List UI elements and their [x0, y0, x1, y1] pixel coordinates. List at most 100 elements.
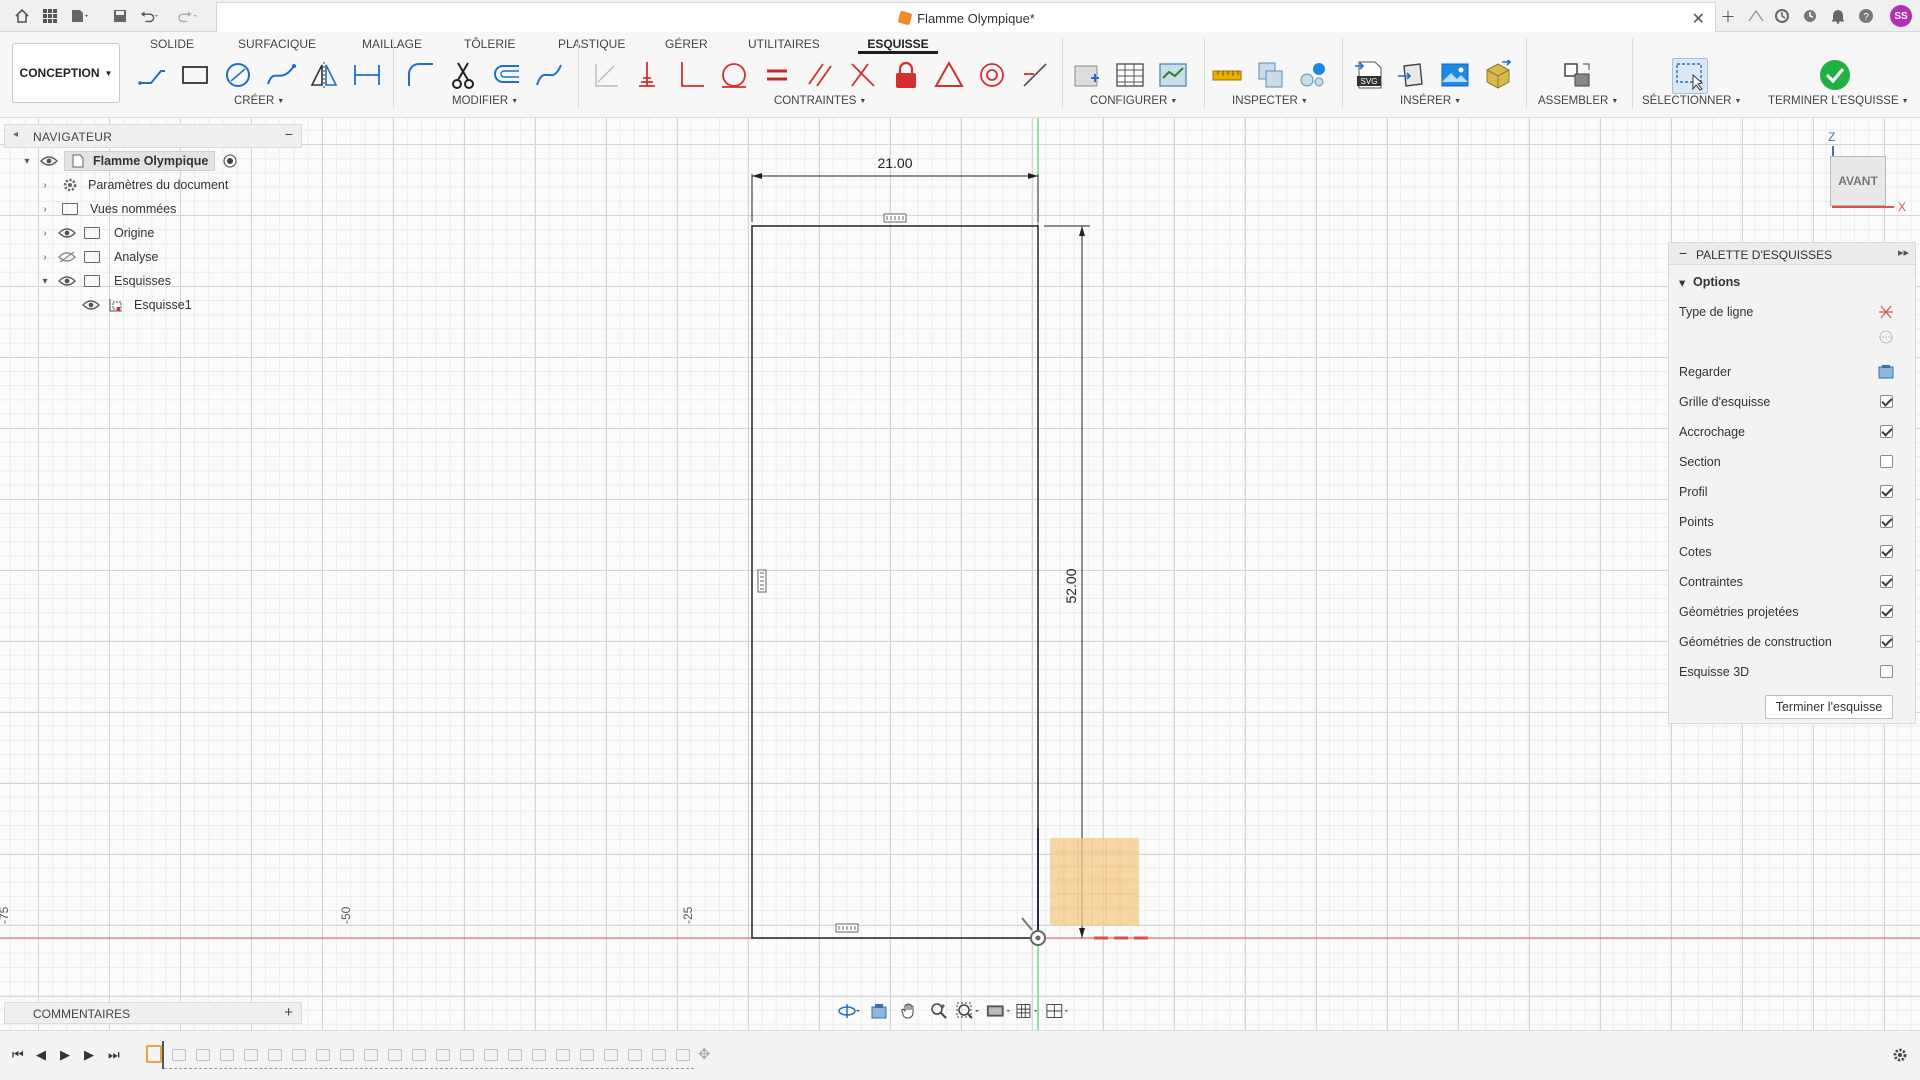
help-icon[interactable]: ? — [1856, 6, 1876, 26]
chevron-right-icon[interactable]: › — [38, 204, 52, 215]
horizontal-constraint-glyph[interactable] — [835, 923, 859, 933]
parameters-icon[interactable] — [1070, 58, 1104, 92]
go-to-start-icon[interactable]: ⏮ — [12, 1047, 24, 1063]
group-insert-label[interactable]: INSÉRER ▼ — [1400, 95, 1461, 107]
sketch-canvas[interactable]: -75 -50 -25 21.00 52.00 Z X — [0, 118, 1920, 1030]
user-avatar[interactable]: SS — [1890, 5, 1912, 27]
workspace-switcher-button[interactable]: CONCEPTION ▼ — [12, 43, 120, 103]
chevron-right-icon[interactable]: › — [38, 228, 52, 239]
sketch-grid-checkbox[interactable] — [1880, 395, 1893, 408]
play-icon[interactable]: ▶ — [60, 1047, 70, 1063]
select-window-icon[interactable] — [1672, 58, 1708, 94]
eye-icon[interactable] — [58, 227, 76, 239]
finish-sketch-check-icon[interactable] — [1818, 58, 1852, 92]
profile-checkbox[interactable] — [1880, 485, 1893, 498]
browser-item-sketch1[interactable]: Esquisse1 — [76, 294, 192, 316]
vertical-constraint-glyph[interactable] — [757, 569, 767, 593]
browser-item-analysis[interactable]: › Analyse — [38, 246, 158, 268]
insert-svg-icon[interactable]: SVG — [1352, 58, 1386, 92]
viewports-icon[interactable] — [1046, 1000, 1072, 1022]
timeline-sketch-feature[interactable] — [146, 1045, 162, 1063]
interference-icon[interactable] — [1253, 58, 1287, 92]
palette-row-projected-geometries[interactable]: Géométries projetées — [1679, 601, 1905, 623]
look-at-icon[interactable] — [1877, 364, 1895, 380]
group-constraints-label[interactable]: CONTRAINTES ▼ — [774, 95, 866, 107]
projected-geometries-checkbox[interactable] — [1880, 605, 1893, 618]
trim-scissors-icon[interactable] — [446, 58, 480, 92]
chevron-down-icon[interactable]: ▾ — [38, 276, 52, 287]
gear-icon[interactable] — [1892, 1047, 1908, 1063]
palette-row-snap[interactable]: Accrochage — [1679, 421, 1905, 443]
sketch-scale-icon[interactable] — [532, 58, 566, 92]
step-forward-icon[interactable]: ▶ — [84, 1047, 94, 1063]
palette-row-3d-sketch[interactable]: Esquisse 3D — [1679, 661, 1905, 683]
fit-window-icon[interactable] — [956, 1000, 982, 1022]
browser-item-sketches[interactable]: ▾ Esquisses — [38, 270, 171, 292]
look-at-icon[interactable] — [866, 1000, 892, 1022]
root-component-label[interactable]: Flamme Olympique — [64, 151, 216, 171]
redo-icon[interactable] — [178, 6, 198, 26]
palette-row-constraints[interactable]: Contraintes — [1679, 571, 1905, 593]
insert-dxf-icon[interactable] — [1395, 58, 1429, 92]
new-tab-icon[interactable]: ＋ — [1718, 6, 1738, 26]
display-settings-icon[interactable] — [986, 1000, 1012, 1022]
change-parameters-icon[interactable] — [1156, 58, 1190, 92]
tab-sketch[interactable]: ESQUISSE — [858, 34, 938, 54]
eye-icon[interactable] — [58, 275, 76, 287]
sketch-rectangle[interactable] — [751, 225, 1039, 939]
measure-ruler-icon[interactable] — [1210, 58, 1244, 92]
display-component-colors-icon[interactable] — [1296, 58, 1330, 92]
options-section-header[interactable]: ▾ Options — [1679, 271, 1905, 293]
grid-snap-icon[interactable] — [1016, 1000, 1042, 1022]
palette-row-dimensions[interactable]: Cotes — [1679, 541, 1905, 563]
dimensions-checkbox[interactable] — [1880, 545, 1893, 558]
navigator-panel-header[interactable]: ◂ NAVIGATEUR − — [4, 124, 302, 148]
notifications-bell-icon[interactable] — [1828, 6, 1848, 26]
palette-row-slice[interactable]: Section — [1679, 451, 1905, 473]
browser-item-root[interactable]: ▾ Flamme Olympique — [20, 150, 237, 172]
save-icon[interactable] — [110, 6, 130, 26]
tab-solid[interactable]: SOLIDE — [150, 34, 194, 54]
concentric-constraint-icon[interactable] — [975, 58, 1009, 92]
points-checkbox[interactable] — [1880, 515, 1893, 528]
tab-utilities[interactable]: UTILITAIRES — [748, 34, 820, 54]
palette-header[interactable]: − PALETTE D'ESQUISSES ▸▸ — [1669, 243, 1915, 265]
palette-row-points[interactable]: Points — [1679, 511, 1905, 533]
job-status-icon[interactable] — [1772, 6, 1792, 26]
activate-radio-icon[interactable] — [223, 154, 237, 168]
perpendicular-constraint-icon[interactable] — [674, 58, 708, 92]
palette-row-sketch-grid[interactable]: Grille d'esquisse — [1679, 391, 1905, 413]
document-tab[interactable]: Flamme Olympique* ✕ — [216, 2, 1716, 32]
tab-surface[interactable]: SURFACIQUE — [238, 34, 316, 54]
grid-menu-icon[interactable] — [40, 6, 60, 26]
eye-icon[interactable] — [82, 299, 100, 311]
construction-line-icon[interactable] — [1877, 304, 1895, 320]
collapse-panel-icon[interactable]: − — [285, 126, 293, 142]
add-comment-icon[interactable]: + — [284, 1004, 293, 1021]
constraints-checkbox[interactable] — [1880, 575, 1893, 588]
undo-icon[interactable] — [140, 6, 160, 26]
fix-lock-icon[interactable] — [889, 58, 923, 92]
group-finish-sketch-label[interactable]: TERMINER L'ESQUISSE ▼ — [1768, 95, 1909, 107]
insert-canvas-image-icon[interactable] — [1438, 58, 1472, 92]
chevron-right-icon[interactable]: › — [38, 252, 52, 263]
dimension-tool-icon[interactable] — [350, 58, 384, 92]
group-configure-label[interactable]: CONFIGURER ▼ — [1090, 95, 1177, 107]
eye-icon[interactable] — [40, 155, 58, 167]
home-icon[interactable] — [12, 6, 32, 26]
history-icon[interactable] — [1800, 6, 1820, 26]
browser-item-origin[interactable]: › Origine — [38, 222, 154, 244]
parallel-constraint-icon[interactable] — [803, 58, 837, 92]
finish-sketch-button[interactable]: Terminer l'esquisse — [1765, 695, 1893, 719]
equal-constraint-icon[interactable] — [760, 58, 794, 92]
offset-tool-icon[interactable] — [489, 58, 523, 92]
group-modify-label[interactable]: MODIFIER ▼ — [452, 95, 518, 107]
chevron-down-icon[interactable]: ▾ — [20, 156, 34, 167]
expand-palette-icon[interactable]: ▸▸ — [1898, 246, 1909, 259]
browser-item-document-settings[interactable]: › Paramètres du document — [38, 174, 228, 196]
comments-panel-header[interactable]: COMMENTAIRES + — [4, 1002, 302, 1024]
eye-hidden-icon[interactable] — [58, 251, 76, 263]
line-tool-icon[interactable] — [135, 58, 169, 92]
file-menu-icon[interactable] — [70, 6, 90, 26]
spline-tool-icon[interactable] — [264, 58, 298, 92]
